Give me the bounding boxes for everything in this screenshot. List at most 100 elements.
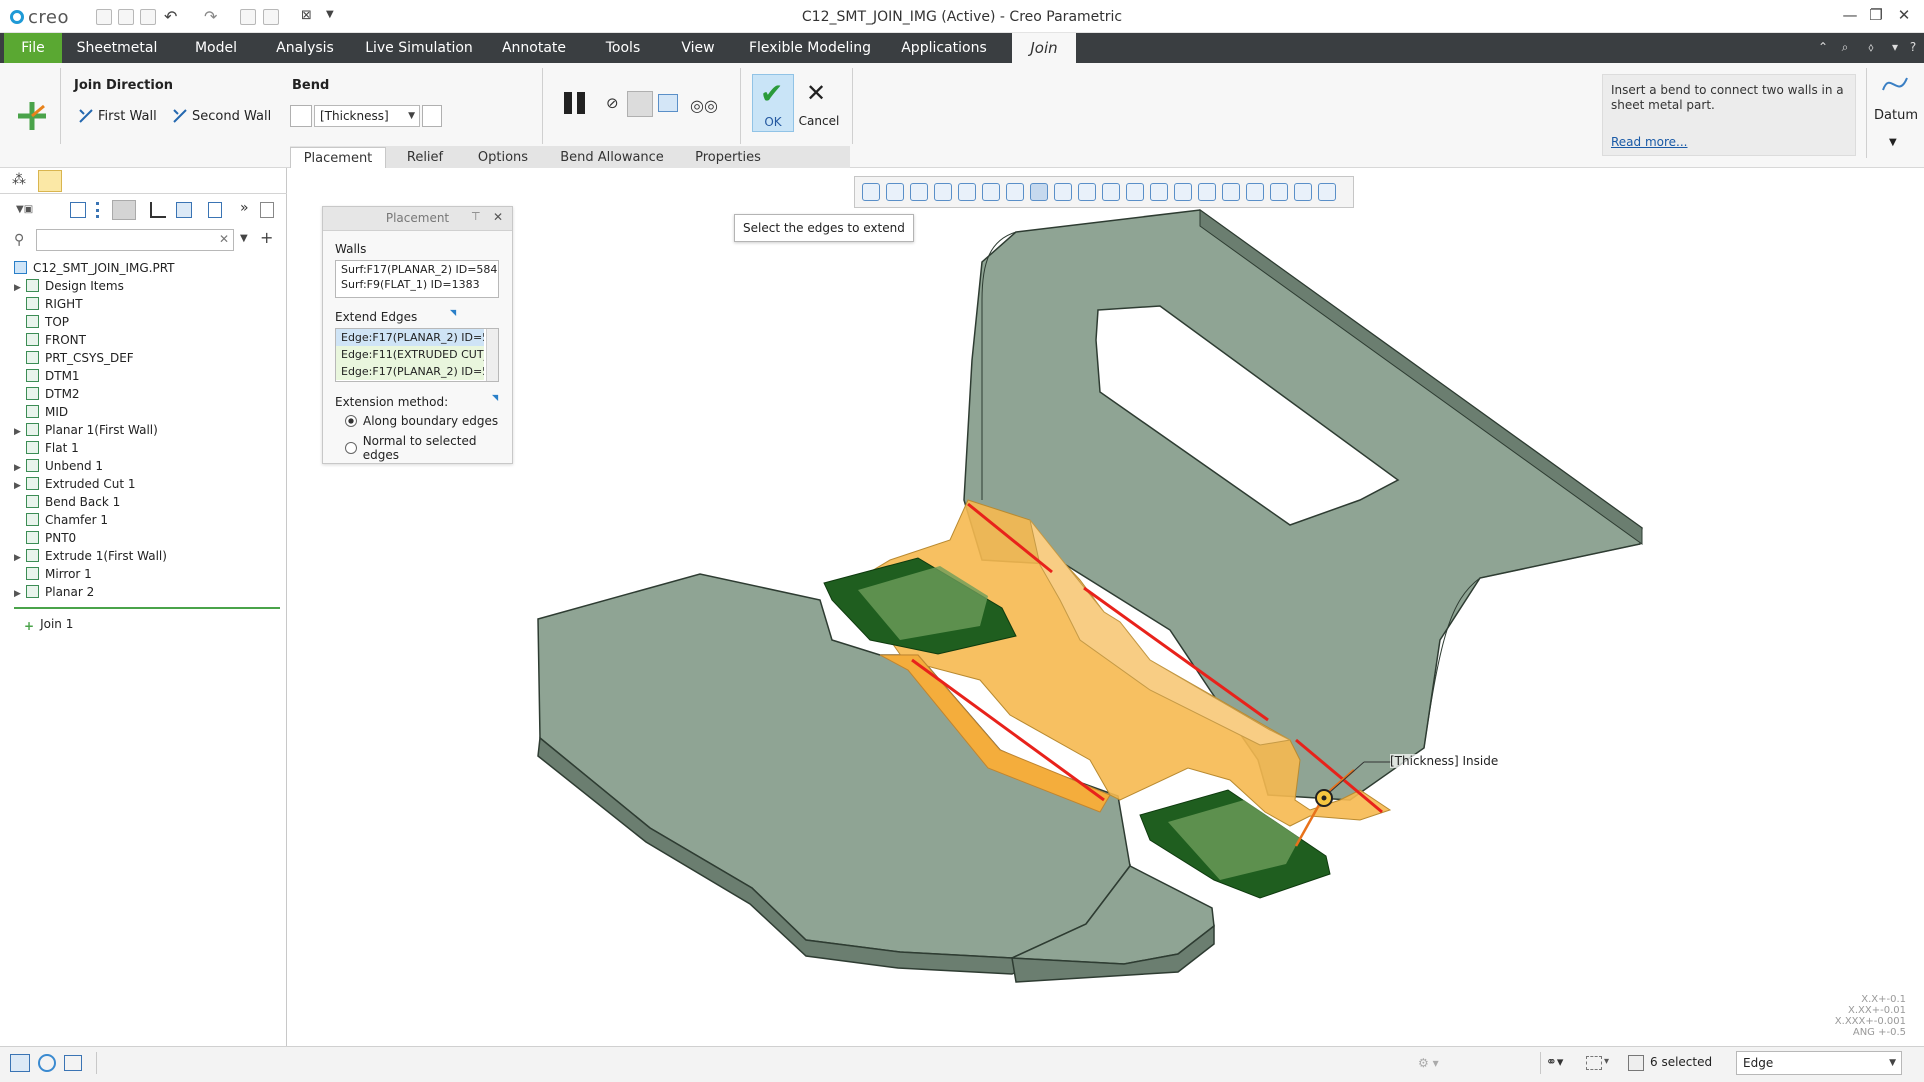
model-tree-tab-icon[interactable]: ⁂ xyxy=(12,172,26,188)
tree-item-extrude-1-first-wall[interactable]: ▶ Extrude 1(First Wall) xyxy=(14,547,167,565)
ok-button[interactable]: ✔ OK xyxy=(752,74,794,132)
detached-preview-icon[interactable] xyxy=(658,94,678,112)
tree-item-dtm1[interactable]: DTM1 xyxy=(14,367,80,385)
read-more-link[interactable]: Read more... xyxy=(1611,135,1688,149)
tree-item-design-items[interactable]: ▶ Design Items xyxy=(14,277,124,295)
tab-live-simulation[interactable]: Live Simulation xyxy=(360,33,478,63)
bend-type-icon[interactable] xyxy=(290,105,312,127)
tab-tools[interactable]: Tools xyxy=(594,33,652,63)
add-icon[interactable]: + xyxy=(260,228,273,247)
filter-icon[interactable]: ⚲ xyxy=(14,232,24,248)
pause-icon-bar1[interactable] xyxy=(564,92,572,114)
insert-indicator[interactable] xyxy=(14,607,280,609)
minimize-ribbon-icon[interactable]: ⌃ xyxy=(1814,40,1832,56)
tree-item-unbend-1[interactable]: ▶ Unbend 1 xyxy=(14,457,103,475)
tree-item-planar-1-first-wall[interactable]: ▶ Planar 1(First Wall) xyxy=(14,421,158,439)
drag-handle-center xyxy=(1321,795,1327,801)
tab-analysis[interactable]: Analysis xyxy=(270,33,340,63)
tab-sheetmetal[interactable]: Sheetmetal xyxy=(74,33,160,63)
bend-thickness-select[interactable]: [Thickness] ▼ xyxy=(314,105,420,127)
tab-view[interactable]: View xyxy=(672,33,724,63)
tree-item-flat-1[interactable]: Flat 1 xyxy=(14,439,79,457)
first-wall-button[interactable]: First Wall xyxy=(78,108,157,124)
tree-view-icon[interactable] xyxy=(176,202,192,218)
selected-count[interactable]: 6 selected xyxy=(1650,1055,1712,1069)
no-preview-icon[interactable]: ⊘ xyxy=(606,94,619,112)
tree-item-dtm2[interactable]: DTM2 xyxy=(14,385,80,403)
tree-item-chamfer-1[interactable]: Chamfer 1 xyxy=(14,511,108,529)
selection-dropdown-icon[interactable]: ▾ xyxy=(1604,1056,1609,1067)
regen-status-icon[interactable]: ⚙ ▾ xyxy=(1418,1056,1439,1070)
folder-browser-tab-icon[interactable] xyxy=(38,170,62,192)
thickness-dimension-label[interactable]: [Thickness] Inside xyxy=(1390,754,1499,768)
feature-icon xyxy=(26,279,39,292)
tree-item-label: Planar 1(First Wall) xyxy=(45,423,158,437)
close-icon[interactable]: ✕ xyxy=(1890,6,1918,28)
datum-dropdown-icon[interactable]: ▼ xyxy=(1889,137,1897,148)
selection-filter-select[interactable]: Edge ▼ xyxy=(1736,1051,1902,1075)
ribbon-separator xyxy=(542,68,543,144)
tab-applications[interactable]: Applications xyxy=(894,33,994,63)
minimize-icon[interactable]: — xyxy=(1836,6,1864,28)
tree-item-prt-csys-def[interactable]: PRT_CSYS_DEF xyxy=(14,349,134,367)
search-dropdown-icon[interactable]: ▼ xyxy=(240,233,248,244)
clear-search-icon[interactable]: ✕ xyxy=(219,232,229,246)
tree-item-mid[interactable]: MID xyxy=(14,403,68,421)
second-wall-button[interactable]: Second Wall xyxy=(172,108,271,124)
details-icon[interactable] xyxy=(260,202,274,218)
datum-label[interactable]: Datum xyxy=(1874,108,1918,123)
check-icon: ✔ xyxy=(760,77,784,110)
more-icon[interactable]: » xyxy=(240,200,249,216)
tolerance-line: ANG +-0.5 xyxy=(1852,1027,1906,1038)
tab-flexible-modeling[interactable]: Flexible Modeling xyxy=(748,33,872,63)
selection-box-icon[interactable] xyxy=(1586,1056,1602,1070)
tree-item-mirror-1[interactable]: Mirror 1 xyxy=(14,565,92,583)
cancel-button[interactable]: ✕ Cancel xyxy=(796,74,842,132)
tree-item-planar-2[interactable]: ▶ Planar 2 xyxy=(14,583,94,601)
selected-items-icon[interactable] xyxy=(1628,1055,1644,1071)
help-cap-icon[interactable]: ⬨ xyxy=(1862,40,1880,56)
tree-item-front[interactable]: FRONT xyxy=(14,331,86,349)
tree-root[interactable]: C12_SMT_JOIN_IMG.PRT xyxy=(14,259,175,277)
tree-item-right[interactable]: RIGHT xyxy=(14,295,83,313)
help-icon[interactable]: ? xyxy=(1904,40,1922,56)
expand-arrow-icon[interactable]: ▶ xyxy=(14,585,26,603)
browser-toggle-icon[interactable] xyxy=(38,1054,56,1072)
tab-file[interactable]: File xyxy=(4,33,62,63)
tree-item-extruded-cut-1[interactable]: ▶ Extruded Cut 1 xyxy=(14,475,136,493)
part-model[interactable] xyxy=(288,168,1924,1046)
tab-model[interactable]: Model xyxy=(180,33,252,63)
help-dropdown-icon[interactable]: ▾ xyxy=(1886,40,1904,56)
show-icon[interactable] xyxy=(70,202,86,218)
subtab-properties[interactable]: Properties xyxy=(684,147,772,168)
tree-item-bend-back-1[interactable]: Bend Back 1 xyxy=(14,493,120,511)
subtab-options[interactable]: Options xyxy=(468,147,538,168)
subtab-placement[interactable]: Placement xyxy=(290,147,386,168)
second-wall-icon xyxy=(173,109,187,123)
tree-item-join[interactable]: + Join 1 xyxy=(24,615,73,633)
tree-item-top[interactable]: TOP xyxy=(14,313,69,331)
search-icon[interactable]: ⌕ xyxy=(1836,40,1854,56)
find-icon[interactable]: ⚭▾ xyxy=(1546,1055,1563,1070)
attached-preview-icon[interactable] xyxy=(627,91,653,117)
tree-columns-icon[interactable] xyxy=(150,202,166,218)
fullscreen-icon[interactable] xyxy=(64,1055,82,1071)
subtab-relief[interactable]: Relief xyxy=(392,147,458,168)
subtab-bend-allowance[interactable]: Bend Allowance xyxy=(554,147,670,168)
tree-item-pnt0[interactable]: PNT0 xyxy=(14,529,76,547)
layer-icon[interactable] xyxy=(112,200,136,220)
tab-annotate[interactable]: Annotate xyxy=(498,33,570,63)
tab-join[interactable]: Join xyxy=(1012,33,1076,63)
tree-style-icon[interactable] xyxy=(208,202,222,218)
tree-filter-icon[interactable] xyxy=(96,202,108,218)
datum-icon[interactable] xyxy=(1880,70,1910,98)
verify-glasses-icon[interactable]: ◎◎ xyxy=(690,96,718,115)
navigator-toggle-icon[interactable] xyxy=(10,1054,30,1072)
flip-bend-icon[interactable] xyxy=(422,105,442,127)
tree-settings-icon[interactable]: ▼▣ xyxy=(16,204,33,215)
pause-icon-bar2[interactable] xyxy=(577,92,585,114)
tree-search-input[interactable]: ✕ xyxy=(36,229,234,251)
feature-icon xyxy=(26,495,39,508)
maximize-icon[interactable]: ❐ xyxy=(1862,6,1890,28)
tree-item-label: Extrude 1(First Wall) xyxy=(45,549,167,563)
